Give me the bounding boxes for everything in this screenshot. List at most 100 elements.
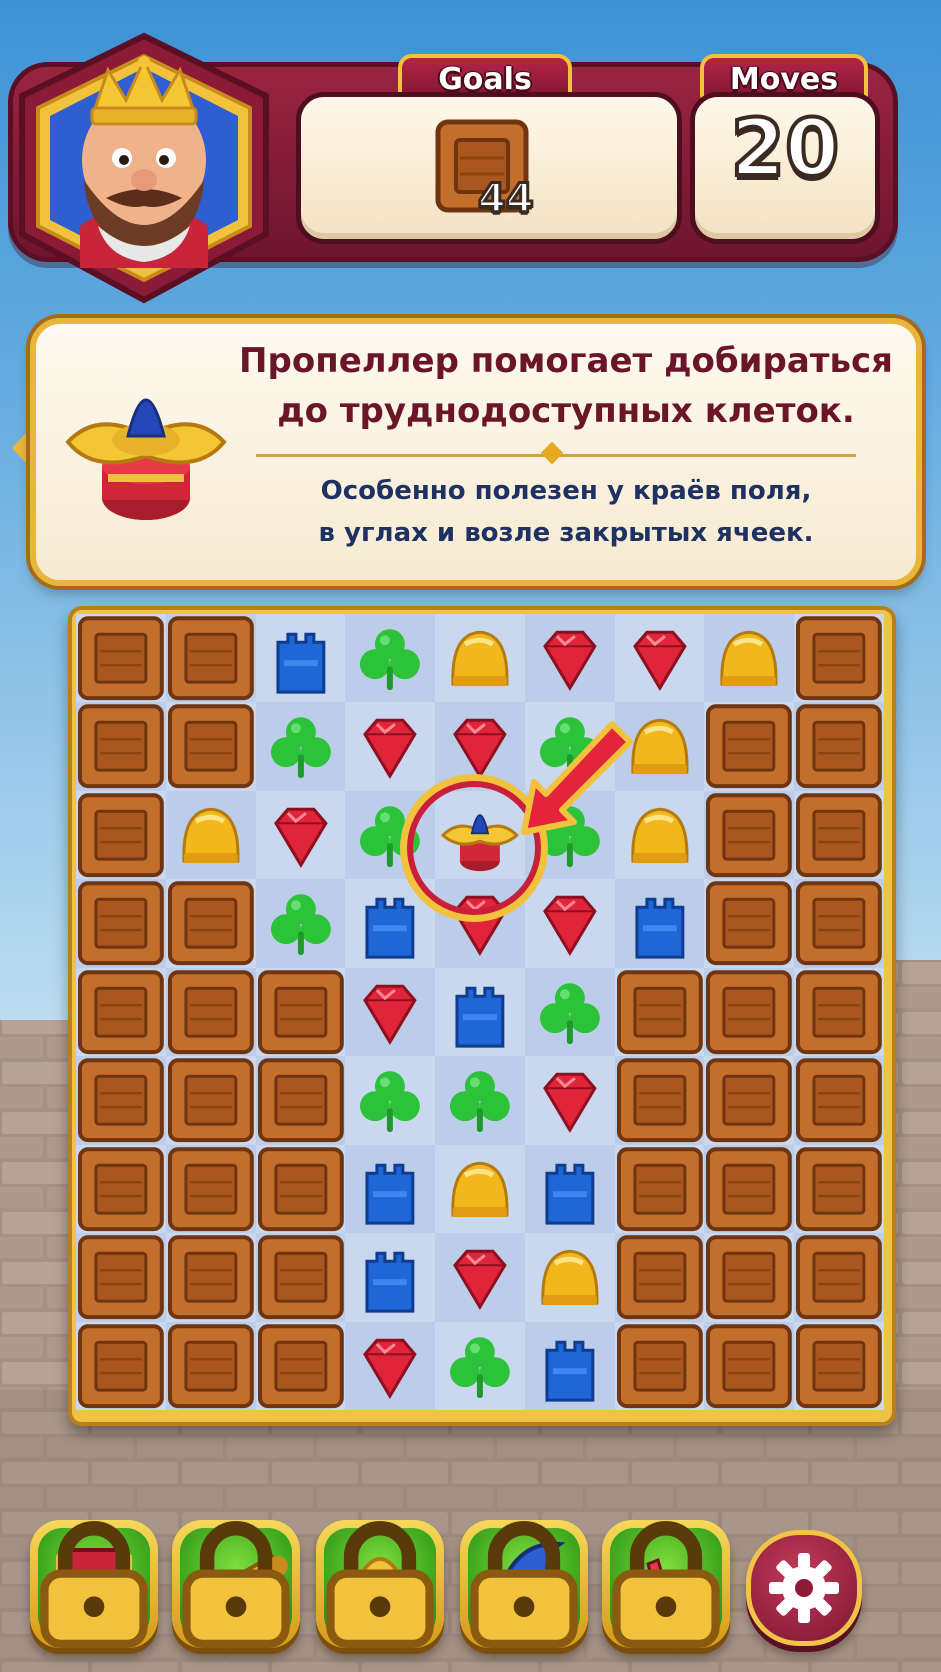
crate-tile[interactable]	[165, 879, 256, 968]
yellow-helmet-piece[interactable]	[435, 614, 525, 703]
crate-tile[interactable]	[255, 1144, 346, 1234]
crate-tile[interactable]	[794, 1056, 885, 1145]
crate-tile[interactable]	[76, 1321, 166, 1410]
crate-icon	[167, 704, 254, 789]
crate-icon	[706, 1058, 793, 1143]
crate-icon	[796, 793, 883, 877]
crate-tile[interactable]	[614, 1233, 705, 1322]
crate-tile[interactable]	[794, 879, 885, 968]
crate-icon	[706, 704, 793, 789]
settings-button[interactable]	[746, 1530, 862, 1646]
crate-tile[interactable]	[794, 1144, 885, 1234]
crate-tile[interactable]	[76, 1056, 166, 1145]
yellow-helmet-piece[interactable]	[435, 1144, 525, 1234]
crate-tile[interactable]	[614, 1056, 705, 1145]
crate-tile[interactable]	[614, 967, 705, 1057]
crate-tile[interactable]	[165, 967, 256, 1057]
crate-tile[interactable]	[704, 1144, 795, 1234]
crate-icon	[77, 616, 164, 701]
crate-tile[interactable]	[165, 1144, 256, 1234]
blue-tower-icon	[276, 632, 325, 694]
green-clover-piece[interactable]	[524, 967, 615, 1057]
crate-tile[interactable]	[76, 967, 166, 1057]
red-gem-piece[interactable]	[345, 967, 436, 1057]
crate-tile[interactable]	[614, 1144, 705, 1234]
crate-icon	[167, 1058, 254, 1143]
crate-icon	[796, 1323, 883, 1408]
blue-tower-piece[interactable]	[345, 1233, 436, 1322]
crate-tile[interactable]	[165, 614, 256, 703]
top-hud: Goals 44 Moves 20	[0, 0, 941, 304]
red-gem-piece[interactable]	[614, 614, 705, 703]
crate-tile[interactable]	[76, 614, 166, 703]
crate-tile[interactable]	[794, 1233, 885, 1322]
booster-plane[interactable]	[602, 1520, 730, 1648]
crate-icon	[616, 1323, 703, 1408]
crate-icon	[616, 970, 703, 1054]
crate-tile[interactable]	[76, 1233, 166, 1322]
crate-tile[interactable]	[794, 614, 885, 703]
crate-tile[interactable]	[255, 1056, 346, 1145]
crate-tile[interactable]	[794, 967, 885, 1057]
crate-tile[interactable]	[76, 1144, 166, 1234]
tooltip-title-line1: Пропеллер помогает добираться	[239, 341, 893, 381]
lock-icon	[612, 1521, 720, 1648]
crate-tile[interactable]	[704, 1321, 795, 1410]
crate-tile[interactable]	[165, 702, 256, 791]
crate-tile[interactable]	[704, 879, 795, 968]
green-clover-piece[interactable]	[435, 1321, 525, 1410]
booster-cannon[interactable]	[172, 1520, 300, 1648]
blue-tower-icon	[365, 1251, 415, 1313]
blue-tower-piece[interactable]	[614, 879, 705, 968]
crate-tile[interactable]	[76, 702, 166, 791]
crate-tile[interactable]	[794, 790, 885, 880]
green-clover-piece[interactable]	[345, 614, 436, 703]
crate-tile[interactable]	[704, 1233, 795, 1322]
red-gem-piece[interactable]	[524, 1056, 615, 1145]
crate-tile[interactable]	[255, 1321, 346, 1410]
blue-tower-piece[interactable]	[524, 1321, 615, 1410]
red-gem-icon	[542, 630, 597, 692]
blue-tower-piece[interactable]	[345, 1144, 436, 1234]
yellow-helmet-piece[interactable]	[614, 790, 705, 880]
green-clover-piece[interactable]	[435, 1056, 525, 1145]
crate-tile[interactable]	[794, 1321, 885, 1410]
blue-tower-piece[interactable]	[255, 614, 346, 703]
crate-tile[interactable]	[704, 790, 795, 880]
booster-wizard-hat[interactable]	[460, 1520, 588, 1648]
crate-tile[interactable]	[165, 1056, 256, 1145]
green-clover-piece[interactable]	[255, 879, 346, 968]
green-clover-piece[interactable]	[255, 702, 346, 791]
crate-tile[interactable]	[76, 879, 166, 968]
crate-tile[interactable]	[165, 1233, 256, 1322]
crate-icon	[796, 1235, 883, 1320]
crate-tile[interactable]	[255, 967, 346, 1057]
red-gem-icon	[363, 984, 418, 1045]
yellow-helmet-icon	[631, 807, 689, 864]
crate-tile[interactable]	[704, 1056, 795, 1145]
red-gem-piece[interactable]	[524, 614, 615, 703]
booster-arrow-tower[interactable]	[316, 1520, 444, 1648]
booster-hammer[interactable]	[30, 1520, 158, 1648]
crate-icon	[706, 1323, 793, 1408]
green-clover-icon	[450, 1071, 510, 1133]
yellow-helmet-piece[interactable]	[165, 790, 256, 880]
red-gem-piece[interactable]	[255, 790, 346, 880]
blue-tower-piece[interactable]	[435, 967, 525, 1057]
crate-tile[interactable]	[614, 1321, 705, 1410]
crate-tile[interactable]	[704, 702, 795, 791]
blue-tower-piece[interactable]	[524, 1144, 615, 1234]
crate-tile[interactable]	[794, 702, 885, 791]
crate-tile[interactable]	[704, 967, 795, 1057]
yellow-helmet-piece[interactable]	[524, 1233, 615, 1322]
red-gem-piece[interactable]	[435, 1233, 525, 1322]
crate-tile[interactable]	[165, 1321, 256, 1410]
green-clover-piece[interactable]	[345, 1056, 436, 1145]
red-gem-piece[interactable]	[345, 1321, 436, 1410]
yellow-helmet-piece[interactable]	[704, 614, 795, 703]
crate-icon	[77, 793, 164, 877]
crate-tile[interactable]	[76, 790, 166, 880]
blue-tower-icon	[365, 1163, 415, 1225]
crate-icon	[77, 1235, 164, 1320]
crate-tile[interactable]	[255, 1233, 346, 1322]
